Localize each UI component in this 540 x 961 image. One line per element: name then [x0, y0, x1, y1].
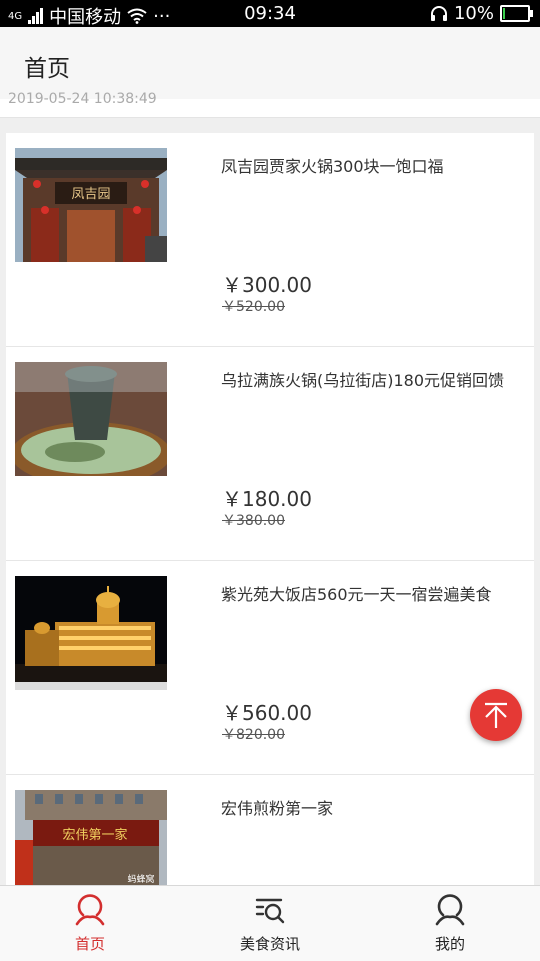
watermark-text: 蚂蜂窝	[127, 873, 154, 885]
deal-price: ￥560.00	[222, 701, 312, 725]
sign-text: 凤吉园	[71, 187, 110, 202]
bottom-tab-bar: 首页 美食资讯 我的	[0, 885, 540, 961]
deal-card[interactable]: 紫光苑大饭店560元一天一宿尝遍美食 ￥560.00 ￥820.00	[6, 561, 534, 775]
previous-item-date: 2019-05-24 10:38:49	[8, 91, 157, 107]
food-news-icon	[255, 898, 285, 924]
battery-percent: 10%	[453, 3, 494, 24]
status-right: 10%	[430, 3, 533, 24]
deal-title[interactable]: 乌拉满族火锅(乌拉街店)180元促销回馈	[221, 367, 504, 391]
home-icon	[75, 894, 105, 926]
headset-icon	[430, 5, 447, 21]
deal-title[interactable]: 紫光苑大饭店560元一天一宿尝遍美食	[221, 581, 492, 605]
deal-image-fengjiyuan[interactable]: 凤吉园	[15, 148, 167, 262]
deal-card[interactable]: 宏伟第一家 蚂蜂窝 宏伟煎粉第一家	[6, 775, 534, 885]
app-header: 首页	[0, 27, 540, 100]
arrow-up-to-top-icon	[485, 702, 507, 728]
profile-icon	[435, 894, 465, 926]
tab-food-news[interactable]: 美食资讯	[180, 886, 360, 961]
deal-card[interactable]: 乌拉满族火锅(乌拉街店)180元促销回馈 ￥180.00 ￥380.00	[6, 347, 534, 561]
deal-image-hotel-night[interactable]	[15, 576, 167, 690]
sign-text: 宏伟第一家	[62, 827, 127, 843]
deal-title[interactable]: 凤吉园贾家火锅300块一饱口福	[221, 153, 444, 177]
deal-image-hotpot[interactable]	[15, 362, 167, 476]
deal-title[interactable]: 宏伟煎粉第一家	[221, 795, 333, 819]
deal-image-storefront[interactable]: 宏伟第一家 蚂蜂窝	[15, 790, 167, 885]
deal-original-price: ￥380.00	[222, 513, 285, 529]
deal-card[interactable]: 凤吉园 凤吉园贾家火锅300块一饱口福 ￥300.00 ￥520.00	[6, 133, 534, 347]
tab-profile-label: 我的	[434, 935, 465, 953]
tab-home[interactable]: 首页	[0, 886, 180, 961]
page-title: 首页	[24, 56, 70, 82]
back-to-top-button[interactable]	[470, 689, 522, 741]
previous-item-peek: 2019-05-24 10:38:49	[0, 91, 540, 118]
deal-price: ￥300.00	[222, 273, 312, 297]
tab-home-label: 首页	[74, 935, 105, 953]
deal-list[interactable]: 凤吉园 凤吉园贾家火锅300块一饱口福 ￥300.00 ￥520.00 乌拉满族…	[6, 133, 534, 885]
deal-price: ￥180.00	[222, 487, 312, 511]
tab-food-news-label: 美食资讯	[239, 935, 300, 953]
battery-icon	[500, 5, 533, 22]
deal-original-price: ￥520.00	[222, 299, 285, 315]
battery-fill	[503, 8, 505, 19]
status-bar: 4G 中国移动 ··· 09:34 10%	[0, 0, 540, 28]
deal-original-price: ￥820.00	[222, 727, 285, 743]
tab-profile[interactable]: 我的	[360, 886, 540, 961]
